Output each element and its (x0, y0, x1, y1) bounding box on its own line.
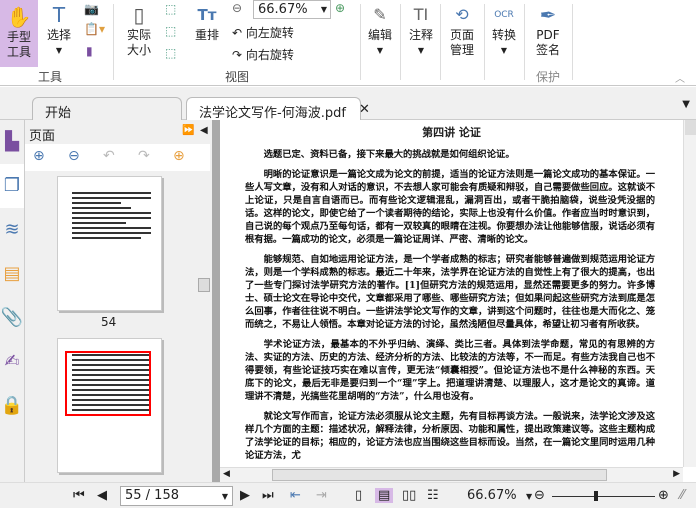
scrollbar-thumb[interactable] (685, 120, 696, 135)
status-bar: ⏮ ◀ 55 / 158 ▼ ▶ ⏭ ⇤ ⇥ ▯ ▤ ▯▯ ☷ 66.67% ▼ … (0, 482, 696, 508)
zoom-slider-thumb[interactable] (594, 491, 598, 501)
thumbnail-page-number: 54 (101, 315, 117, 329)
hand-icon: ✋ (6, 5, 32, 29)
status-zoom-out-icon[interactable]: ⊖ (534, 488, 545, 503)
rotate-left-button[interactable]: ↶ 向左旋转 (232, 24, 294, 41)
continuous-page-icon[interactable]: ▤ (375, 488, 394, 503)
zoom-out-icon[interactable]: ⊖ (232, 1, 242, 15)
text-cursor-icon: T (52, 3, 66, 27)
scroll-right-icon[interactable]: ▶ (673, 469, 680, 479)
tab-start[interactable]: 开始 (32, 97, 182, 121)
paragraph: 就论文写作而言，论证方法必须服从论文主题，先有目标再谈方法。一般说来，法学论文涉… (245, 411, 655, 461)
tab-list-dropdown-icon[interactable]: ▼ (682, 99, 690, 110)
security-lock-icon[interactable]: 🔒 (0, 384, 24, 428)
bookmark-page-icon[interactable]: ▮ (86, 44, 93, 58)
pages-icon[interactable]: ❐ (0, 164, 24, 208)
collapse-ribbon-icon[interactable]: ︿ (675, 70, 685, 85)
page-number-input[interactable]: 55 / 158 ▼ (120, 486, 233, 506)
zoom-select[interactable]: 66.67% ▼ (253, 0, 331, 19)
paragraph: 能够规范、自如地运用论证方法，是一个学者成熟的标志；研究者能够普遍做到规范运用论… (245, 254, 655, 330)
scroll-left-icon[interactable]: ◀ (223, 469, 230, 479)
tab-document[interactable]: 法学论文写作-何海波.pdf ✕ (186, 97, 370, 121)
text-annotation-icon: TI (413, 5, 429, 24)
reflow-icon: Tт (197, 6, 217, 24)
resize-grip-icon[interactable]: ⁄⁄ (680, 488, 684, 503)
annotate-button[interactable]: TI 注释 ▼ (405, 2, 437, 58)
panel-splitter[interactable] (212, 120, 220, 482)
group-label-protect: 保护 (536, 70, 561, 84)
clipboard-icon[interactable]: 📋▾ (84, 22, 105, 36)
pen-sign-icon: ✒ (539, 3, 557, 27)
bookmarks-icon[interactable]: ▙ (0, 120, 24, 164)
fit-visible-icon[interactable]: ⬚ (165, 46, 176, 60)
reflow-button[interactable]: Tт 重排 (190, 2, 224, 43)
signatures-icon[interactable]: ✍ (0, 340, 24, 384)
paragraph: 明晰的论证意识是一篇论文成为论文的前提，适当的论证方法则是一篇论文成功的基本保证… (245, 169, 655, 245)
status-zoom-in-icon[interactable]: ⊕ (658, 488, 669, 503)
edit-button[interactable]: ✎ 编辑 ▼ (364, 2, 396, 58)
group-label-view: 视图 (225, 70, 250, 84)
insert-page-icon[interactable]: ⊕ (173, 148, 185, 164)
page-thumbnail-54[interactable] (57, 176, 162, 311)
last-page-button[interactable]: ⏭ (262, 488, 274, 503)
enlarge-thumbnail-icon[interactable]: ⊕ (33, 148, 45, 164)
panel-scrollbar[interactable] (197, 171, 210, 482)
hand-tool-button[interactable]: ✋ 手型工具 (0, 0, 38, 67)
visible-area-highlight[interactable] (65, 351, 151, 416)
ribbon: ✋ 手型工具 T 选择 ▼ 📷 📋▾ ▮ 工具 ▯ 实际大小 ⬚ ⬚ ⬚ Tт 重排 ⊖ … (0, 0, 696, 86)
close-tab-icon[interactable]: ✕ (359, 102, 370, 117)
zoom-slider[interactable] (552, 496, 655, 497)
page-thumbnail-toolbar: ⊕ ⊖ ↶ ↷ ⊕ (25, 144, 210, 171)
reduce-thumbnail-icon[interactable]: ⊖ (68, 148, 80, 164)
rotate-thumbnail-right-icon[interactable]: ↷ (138, 148, 150, 164)
attachments-icon[interactable]: 📎 (0, 296, 24, 340)
previous-view-icon[interactable]: ⇤ (290, 488, 301, 503)
pdf-sign-button[interactable]: ✒ PDF签名 (530, 2, 566, 58)
sidebar-strip: ▙ ❐ ≋ ▤ 📎 ✍ 🔒 (0, 120, 25, 482)
document-heading: 第四讲 论证 (422, 126, 481, 139)
facing-pages-icon[interactable]: ▯▯ (402, 488, 416, 503)
actual-size-button[interactable]: ▯ 实际大小 (122, 2, 156, 58)
snapshot-icon[interactable]: 📷 (84, 2, 99, 16)
panel-title: 页面 (29, 129, 56, 144)
fit-page-icon[interactable]: ⬚ (165, 2, 176, 16)
horizontal-scrollbar-thumb[interactable] (272, 469, 607, 481)
group-label-tools: 工具 (38, 70, 63, 84)
page-manage-button[interactable]: ⟲ 页面管理 (444, 2, 480, 58)
comments-icon[interactable]: ▤ (0, 252, 24, 296)
panel-scrollbar-thumb[interactable] (198, 278, 210, 292)
document-vertical-scrollbar[interactable] (683, 120, 696, 467)
convert-button[interactable]: OCR 转换 ▼ (488, 2, 520, 58)
first-page-button[interactable]: ⏮ (73, 488, 85, 503)
previous-page-button[interactable]: ◀ (97, 488, 107, 503)
tab-bar: 开始 法学论文写作-何海波.pdf ✕ ▼ (0, 87, 696, 121)
continuous-facing-icon[interactable]: ☷ (427, 488, 439, 503)
document-horizontal-scrollbar[interactable]: ◀ ▶ (220, 467, 683, 482)
page-thumbnail-55[interactable] (57, 338, 162, 473)
single-page-icon[interactable]: ▯ (355, 488, 362, 503)
status-zoom-value: 66.67% (467, 488, 517, 503)
next-view-icon[interactable]: ⇥ (316, 488, 327, 503)
fit-width-icon[interactable]: ⬚ (165, 24, 176, 38)
collapse-panel-icon[interactable]: ◀ (200, 125, 208, 136)
document-view: 第四讲 论证 选题已定、资料已备，接下来最大的挑战就是如何组织论证。 明晰的论证… (220, 120, 683, 467)
zoom-dropdown-icon[interactable]: ▼ (526, 492, 532, 501)
edit-icon: ✎ (373, 5, 387, 24)
pages-panel: 页面 ⏩ ◀ ⊕ ⊖ ↶ ↷ ⊕ 54 (25, 120, 213, 482)
rotate-left-icon: ↶ (232, 26, 243, 40)
ocr-icon: OCR (494, 10, 514, 20)
layers-icon[interactable]: ≋ (0, 208, 24, 252)
page-rotate-icon: ⟲ (455, 5, 469, 24)
expand-panel-icon[interactable]: ⏩ (182, 125, 194, 136)
paragraph: 学术论证方法，最基本的不外乎归纳、演绎、类比三者。具体到法学命题，常见的有思辨的… (245, 339, 655, 402)
page-icon: ▯ (133, 3, 145, 27)
rotate-right-icon: ↷ (232, 48, 243, 62)
rotate-right-button[interactable]: ↷ 向右旋转 (232, 46, 294, 63)
paragraph: 选题已定、资料已备，接下来最大的挑战就是如何组织论证。 (263, 149, 515, 160)
rotate-thumbnail-left-icon[interactable]: ↶ (103, 148, 115, 164)
next-page-button[interactable]: ▶ (240, 488, 250, 503)
select-button[interactable]: T 选择 ▼ (42, 2, 76, 58)
zoom-in-icon[interactable]: ⊕ (335, 1, 345, 15)
